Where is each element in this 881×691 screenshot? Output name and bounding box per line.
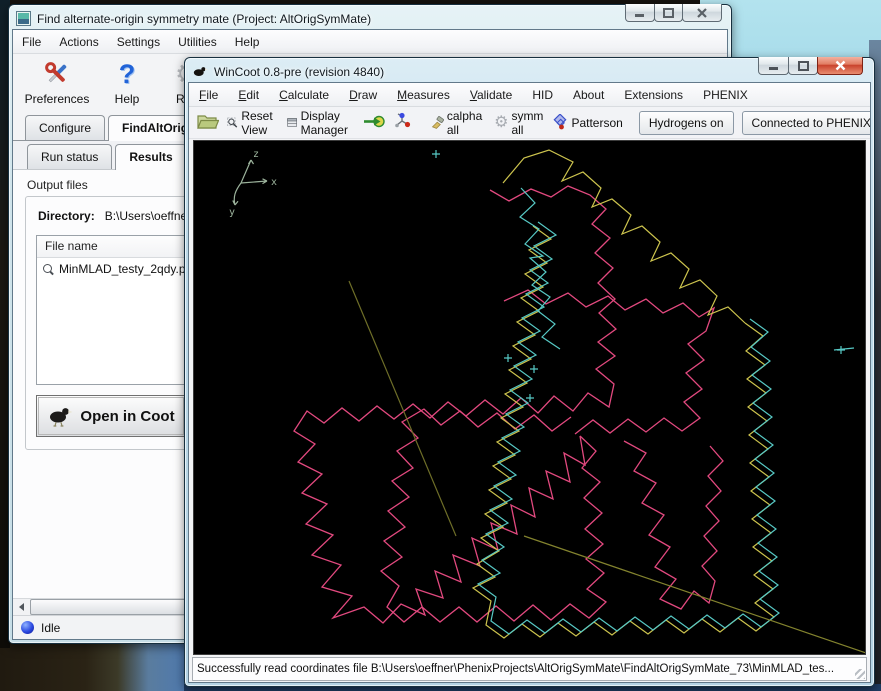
gl-viewport[interactable]: z x y (193, 140, 866, 655)
wincoot-maximize-button[interactable] (788, 57, 818, 75)
symm-all-label: symm all (511, 109, 543, 137)
viewport-svg: z x y (194, 141, 866, 655)
wc-menu-extensions[interactable]: Extensions (614, 83, 693, 107)
help-icon: ? (119, 58, 136, 90)
menu-settings[interactable]: Settings (108, 30, 169, 54)
go-to-atom-button[interactable] (363, 114, 385, 132)
calpha-all-button[interactable]: calpha all (431, 109, 486, 137)
symm-all-button[interactable]: ⚙ symm all (494, 109, 543, 137)
molecule-button[interactable] (393, 112, 411, 133)
preferences-label: Preferences (25, 92, 90, 106)
phenix-window-buttons (626, 4, 722, 22)
axis-label-y: y (229, 207, 235, 218)
display-manager-icon (287, 115, 297, 130)
subtab-results[interactable]: Results (115, 144, 186, 170)
patterson-button[interactable]: Patterson (551, 114, 622, 131)
plus-marker (837, 346, 845, 354)
connected-to-phenix-button[interactable]: Connected to PHENIX (742, 111, 871, 135)
file-name: MinMLAD_testy_2qdy.pdb (59, 262, 199, 276)
wincoot-minimize-button[interactable] (758, 57, 789, 75)
wincoot-menubar: File Edit Calculate Draw Measures Valida… (189, 83, 870, 107)
folder-icon (197, 113, 219, 130)
axes-indicator: z x y (229, 149, 277, 218)
wincoot-close-button[interactable] (817, 57, 863, 75)
wc-menu-about[interactable]: About (563, 83, 614, 107)
phenix-menubar: File Actions Settings Utilities Help (13, 30, 727, 54)
plus-marker (432, 150, 440, 158)
green-arrow-icon (363, 114, 385, 129)
preferences-button[interactable]: Preferences (19, 58, 95, 106)
desktop: Find alternate-origin symmetry mate (Pro… (0, 0, 881, 691)
atom-markers (432, 150, 845, 402)
coot-bird-icon (47, 405, 73, 427)
axis-label-x: x (271, 177, 277, 188)
patterson-label: Patterson (571, 116, 622, 130)
wc-menu-hid[interactable]: HID (522, 83, 563, 107)
trace-pink_lower (381, 409, 606, 622)
left-arrow-icon (19, 603, 24, 611)
wc-menu-calculate[interactable]: Calculate (269, 83, 339, 107)
status-sphere-icon (21, 621, 34, 634)
calpha-all-label: calpha all (447, 109, 486, 137)
gears-icon: ⚙ (494, 116, 508, 130)
wincoot-window-body: File Edit Calculate Draw Measures Valida… (188, 82, 871, 683)
molecule-traces (294, 150, 866, 653)
wincoot-status-text: Successfully read coordinates file B:\Us… (197, 663, 834, 675)
phenix-titlebar[interactable]: Find alternate-origin symmetry mate (Pro… (16, 8, 724, 29)
molecule-icon (393, 112, 411, 130)
wincoot-statusbar: Successfully read coordinates file B:\Us… (192, 657, 867, 681)
maximize-button[interactable] (654, 4, 683, 22)
help-button[interactable]: ? Help (99, 58, 155, 106)
subtab-run-status[interactable]: Run status (27, 144, 112, 169)
brush-icon (431, 115, 444, 131)
reset-view-label: Reset View (241, 109, 279, 137)
open-file-button[interactable] (197, 113, 219, 133)
wincoot-window: WinCoot 0.8-pre (revision 4840) File Edi… (184, 57, 875, 687)
trace-yellow_main (473, 226, 774, 638)
tab-configure[interactable]: Configure (25, 115, 105, 140)
reset-view-button[interactable]: Reset View (227, 109, 279, 137)
magnifier-icon (43, 264, 54, 275)
help-label: Help (115, 92, 140, 106)
patterson-icon (551, 114, 568, 131)
resize-grip[interactable] (855, 669, 865, 679)
open-in-coot-label: Open in Coot (80, 408, 174, 425)
plus-marker (530, 365, 538, 373)
menu-help[interactable]: Help (226, 30, 269, 54)
menu-utilities[interactable]: Utilities (169, 30, 226, 54)
phenix-window-title: Find alternate-origin symmetry mate (Pro… (37, 12, 371, 26)
axis-label-z: z (253, 149, 259, 160)
hydrogens-toggle-button[interactable]: Hydrogens on (639, 111, 734, 135)
wincoot-window-title: WinCoot 0.8-pre (revision 4840) (214, 65, 384, 79)
trace-yellow_top (503, 150, 745, 323)
desktop-bottom-left (0, 638, 190, 691)
phenix-app-icon (16, 11, 31, 26)
trace-cyan_top (520, 188, 560, 349)
menu-actions[interactable]: Actions (50, 30, 107, 54)
trace-pink_main (294, 186, 616, 623)
wincoot-window-buttons (759, 57, 863, 75)
scroll-left-arrow[interactable] (13, 599, 30, 615)
open-in-coot-button[interactable]: Open in Coot (36, 395, 186, 437)
close-button[interactable] (682, 4, 722, 22)
wc-menu-phenix[interactable]: PHENIX (693, 83, 758, 107)
display-manager-button[interactable]: Display Manager (287, 109, 354, 137)
wc-menu-draw[interactable]: Draw (339, 83, 387, 107)
wincoot-toolbar: Reset View Display Manager (189, 107, 870, 139)
wc-menu-measures[interactable]: Measures (387, 83, 460, 107)
wc-menu-validate[interactable]: Validate (460, 83, 523, 107)
phenix-status-text: Idle (41, 621, 60, 635)
wc-menu-edit[interactable]: Edit (228, 83, 269, 107)
reset-view-magnifier-icon (227, 114, 238, 132)
directory-label: Directory: (38, 209, 95, 223)
wincoot-app-icon (192, 65, 208, 79)
tools-icon (42, 58, 72, 90)
menu-file[interactable]: File (13, 30, 50, 54)
trace-pink_right (624, 441, 723, 609)
minimize-button[interactable] (625, 4, 655, 22)
plus-marker (526, 394, 534, 402)
display-manager-label: Display Manager (301, 109, 355, 137)
wc-menu-file[interactable]: File (189, 83, 228, 107)
plus-marker (504, 354, 512, 362)
